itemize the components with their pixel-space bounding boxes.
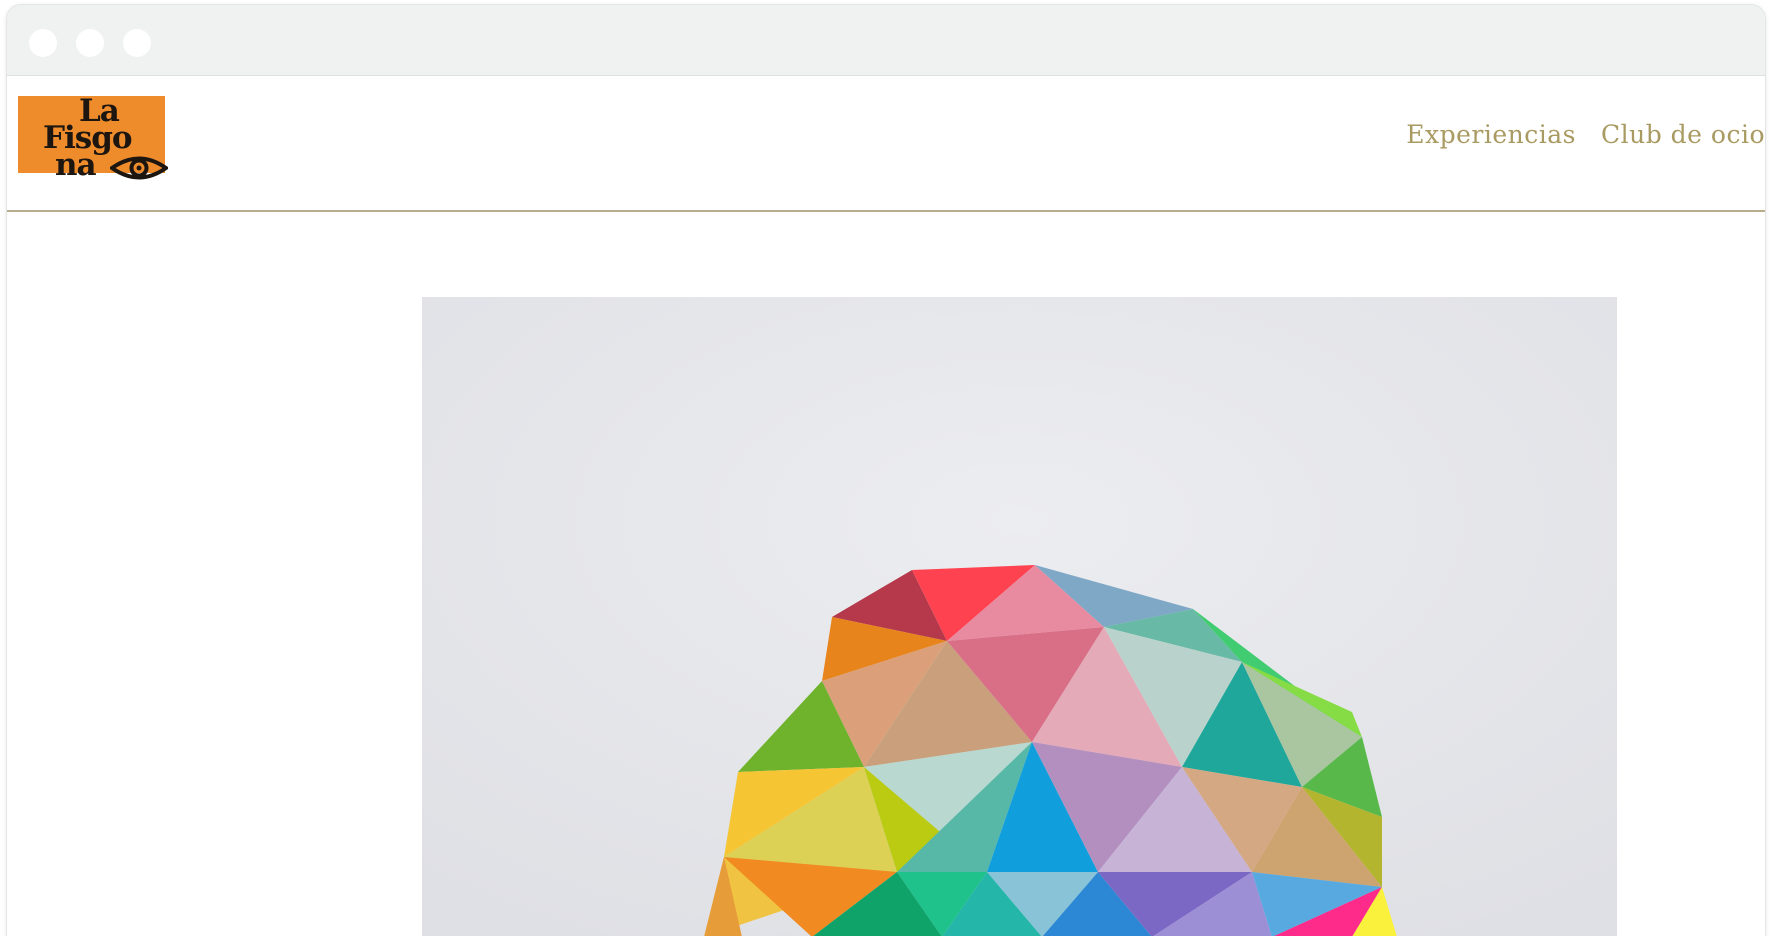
hero-artwork-image[interactable] <box>422 297 1617 936</box>
site-header: La Fisgo na Experiencias Club de ocio <box>7 76 1765 212</box>
window-titlebar <box>7 5 1765 76</box>
maximize-window-button[interactable] <box>123 29 151 57</box>
page-content <box>7 212 1765 936</box>
site-logo[interactable]: La Fisgo na <box>18 96 168 181</box>
nav-item-club-de-ocio[interactable]: Club de ocio <box>1601 120 1765 149</box>
logo-line-3: na <box>55 147 97 183</box>
browser-window: La Fisgo na Experiencias Club de ocio <box>7 5 1765 936</box>
polyhedron-artwork <box>422 297 1617 936</box>
eye-icon <box>110 156 168 180</box>
minimize-window-button[interactable] <box>76 29 104 57</box>
nav-item-experiencias[interactable]: Experiencias <box>1406 120 1576 149</box>
close-window-button[interactable] <box>29 29 57 57</box>
main-navigation: Experiencias Club de ocio <box>1406 120 1765 149</box>
